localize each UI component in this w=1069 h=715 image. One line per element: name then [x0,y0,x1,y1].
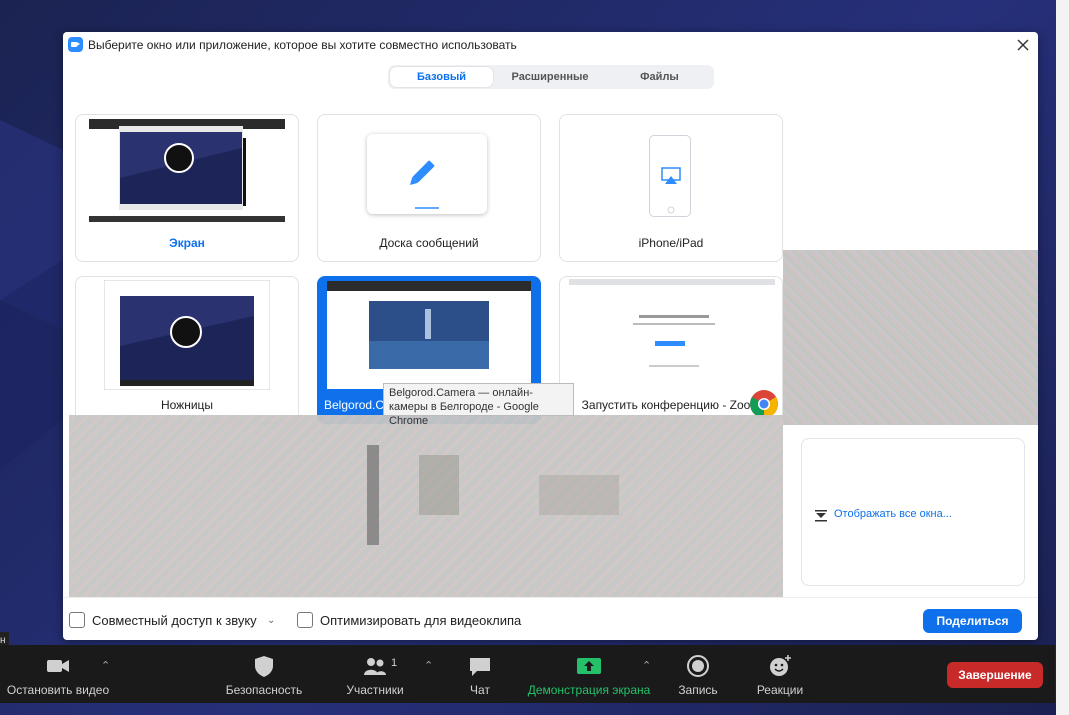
reactions-button[interactable]: Реакции [752,653,808,697]
tile-chrome-zoom[interactable]: Запустить конференцию - Zoo... [559,276,783,424]
screen-thumbnail [89,118,285,226]
pen-icon [410,160,439,209]
show-all-windows[interactable]: Отображать все окна... [801,438,1025,586]
chevron-down-icon[interactable]: ⌄ [267,615,275,626]
expand-arrow-icon [815,510,827,522]
tab-advanced[interactable]: Расширенные [496,67,604,87]
blurred-window-tiles [69,415,783,597]
right-edge-panel [1056,0,1069,715]
window-thumbnail [104,280,270,390]
dialog-footer: Совместный доступ к звуку ⌄ Оптимизирова… [63,597,1038,640]
tile-label: Доска сообщений [379,236,479,250]
tile-snipping-tool[interactable]: Ножницы [75,276,299,424]
zoom-logo-icon [68,37,83,52]
participants-button[interactable]: Участники [340,653,410,697]
share-screen-icon [577,658,601,674]
share-button[interactable]: Поделиться [923,609,1022,633]
participants-options-chevron-icon[interactable]: ⌃ [424,659,433,672]
show-all-label: Отображать все окна... [834,508,952,520]
dialog-titlebar: Выберите окно или приложение, которое вы… [63,32,1038,58]
video-options-chevron-icon[interactable]: ⌃ [101,659,110,672]
record-icon [687,655,709,677]
close-icon[interactable] [1013,35,1033,55]
phone-preview [649,135,691,217]
share-screen-button[interactable]: Демонстрация экрана [527,653,651,697]
dialog-title: Выберите окно или приложение, которое вы… [88,38,517,52]
tile-whiteboard[interactable]: Доска сообщений [317,114,541,262]
participants-icon [364,658,386,675]
tab-files[interactable]: Файлы [607,67,712,87]
browser-thumbnail [569,279,775,379]
tile-label: Ножницы [160,398,214,412]
meeting-toolbar: Остановить видео ⌃ Безопасность Участник… [0,645,1055,703]
tile-tooltip: Belgorod.Camera — онлайн-камеры в Белгор… [383,383,574,427]
tile-screen[interactable]: Экран [75,114,299,262]
share-options-chevron-icon[interactable]: ⌃ [642,659,651,672]
share-screen-dialog: Выберите окно или приложение, которое вы… [63,32,1038,640]
browser-thumbnail [327,281,531,389]
share-tabs: Базовый Расширенные Файлы [388,65,714,89]
smiley-icon [770,655,791,676]
optimize-video-checkbox[interactable] [297,612,313,628]
participants-count: 1 [391,657,398,669]
share-audio-label: Совместный доступ к звуку [92,613,257,628]
shield-icon [255,656,273,677]
record-button[interactable]: Запись [676,653,720,697]
end-meeting-button[interactable]: Завершение [947,662,1043,688]
stop-video-button[interactable]: Остановить видео [6,653,110,697]
tile-label: Экран [169,236,205,250]
optimize-video-label: Оптимизировать для видеоклипа [320,613,522,628]
share-audio-checkbox[interactable] [69,612,85,628]
tile-iphone-ipad[interactable]: iPhone/iPad [559,114,783,262]
tab-basic[interactable]: Базовый [390,67,493,87]
security-button[interactable]: Безопасность [222,653,306,697]
airplay-icon [661,167,681,214]
whiteboard-preview [367,134,487,214]
chat-button[interactable]: Чат [462,653,498,697]
video-camera-icon [47,660,69,672]
blurred-window-tile [783,250,1038,425]
chat-icon [470,658,490,676]
tile-label: iPhone/iPad [638,236,704,250]
